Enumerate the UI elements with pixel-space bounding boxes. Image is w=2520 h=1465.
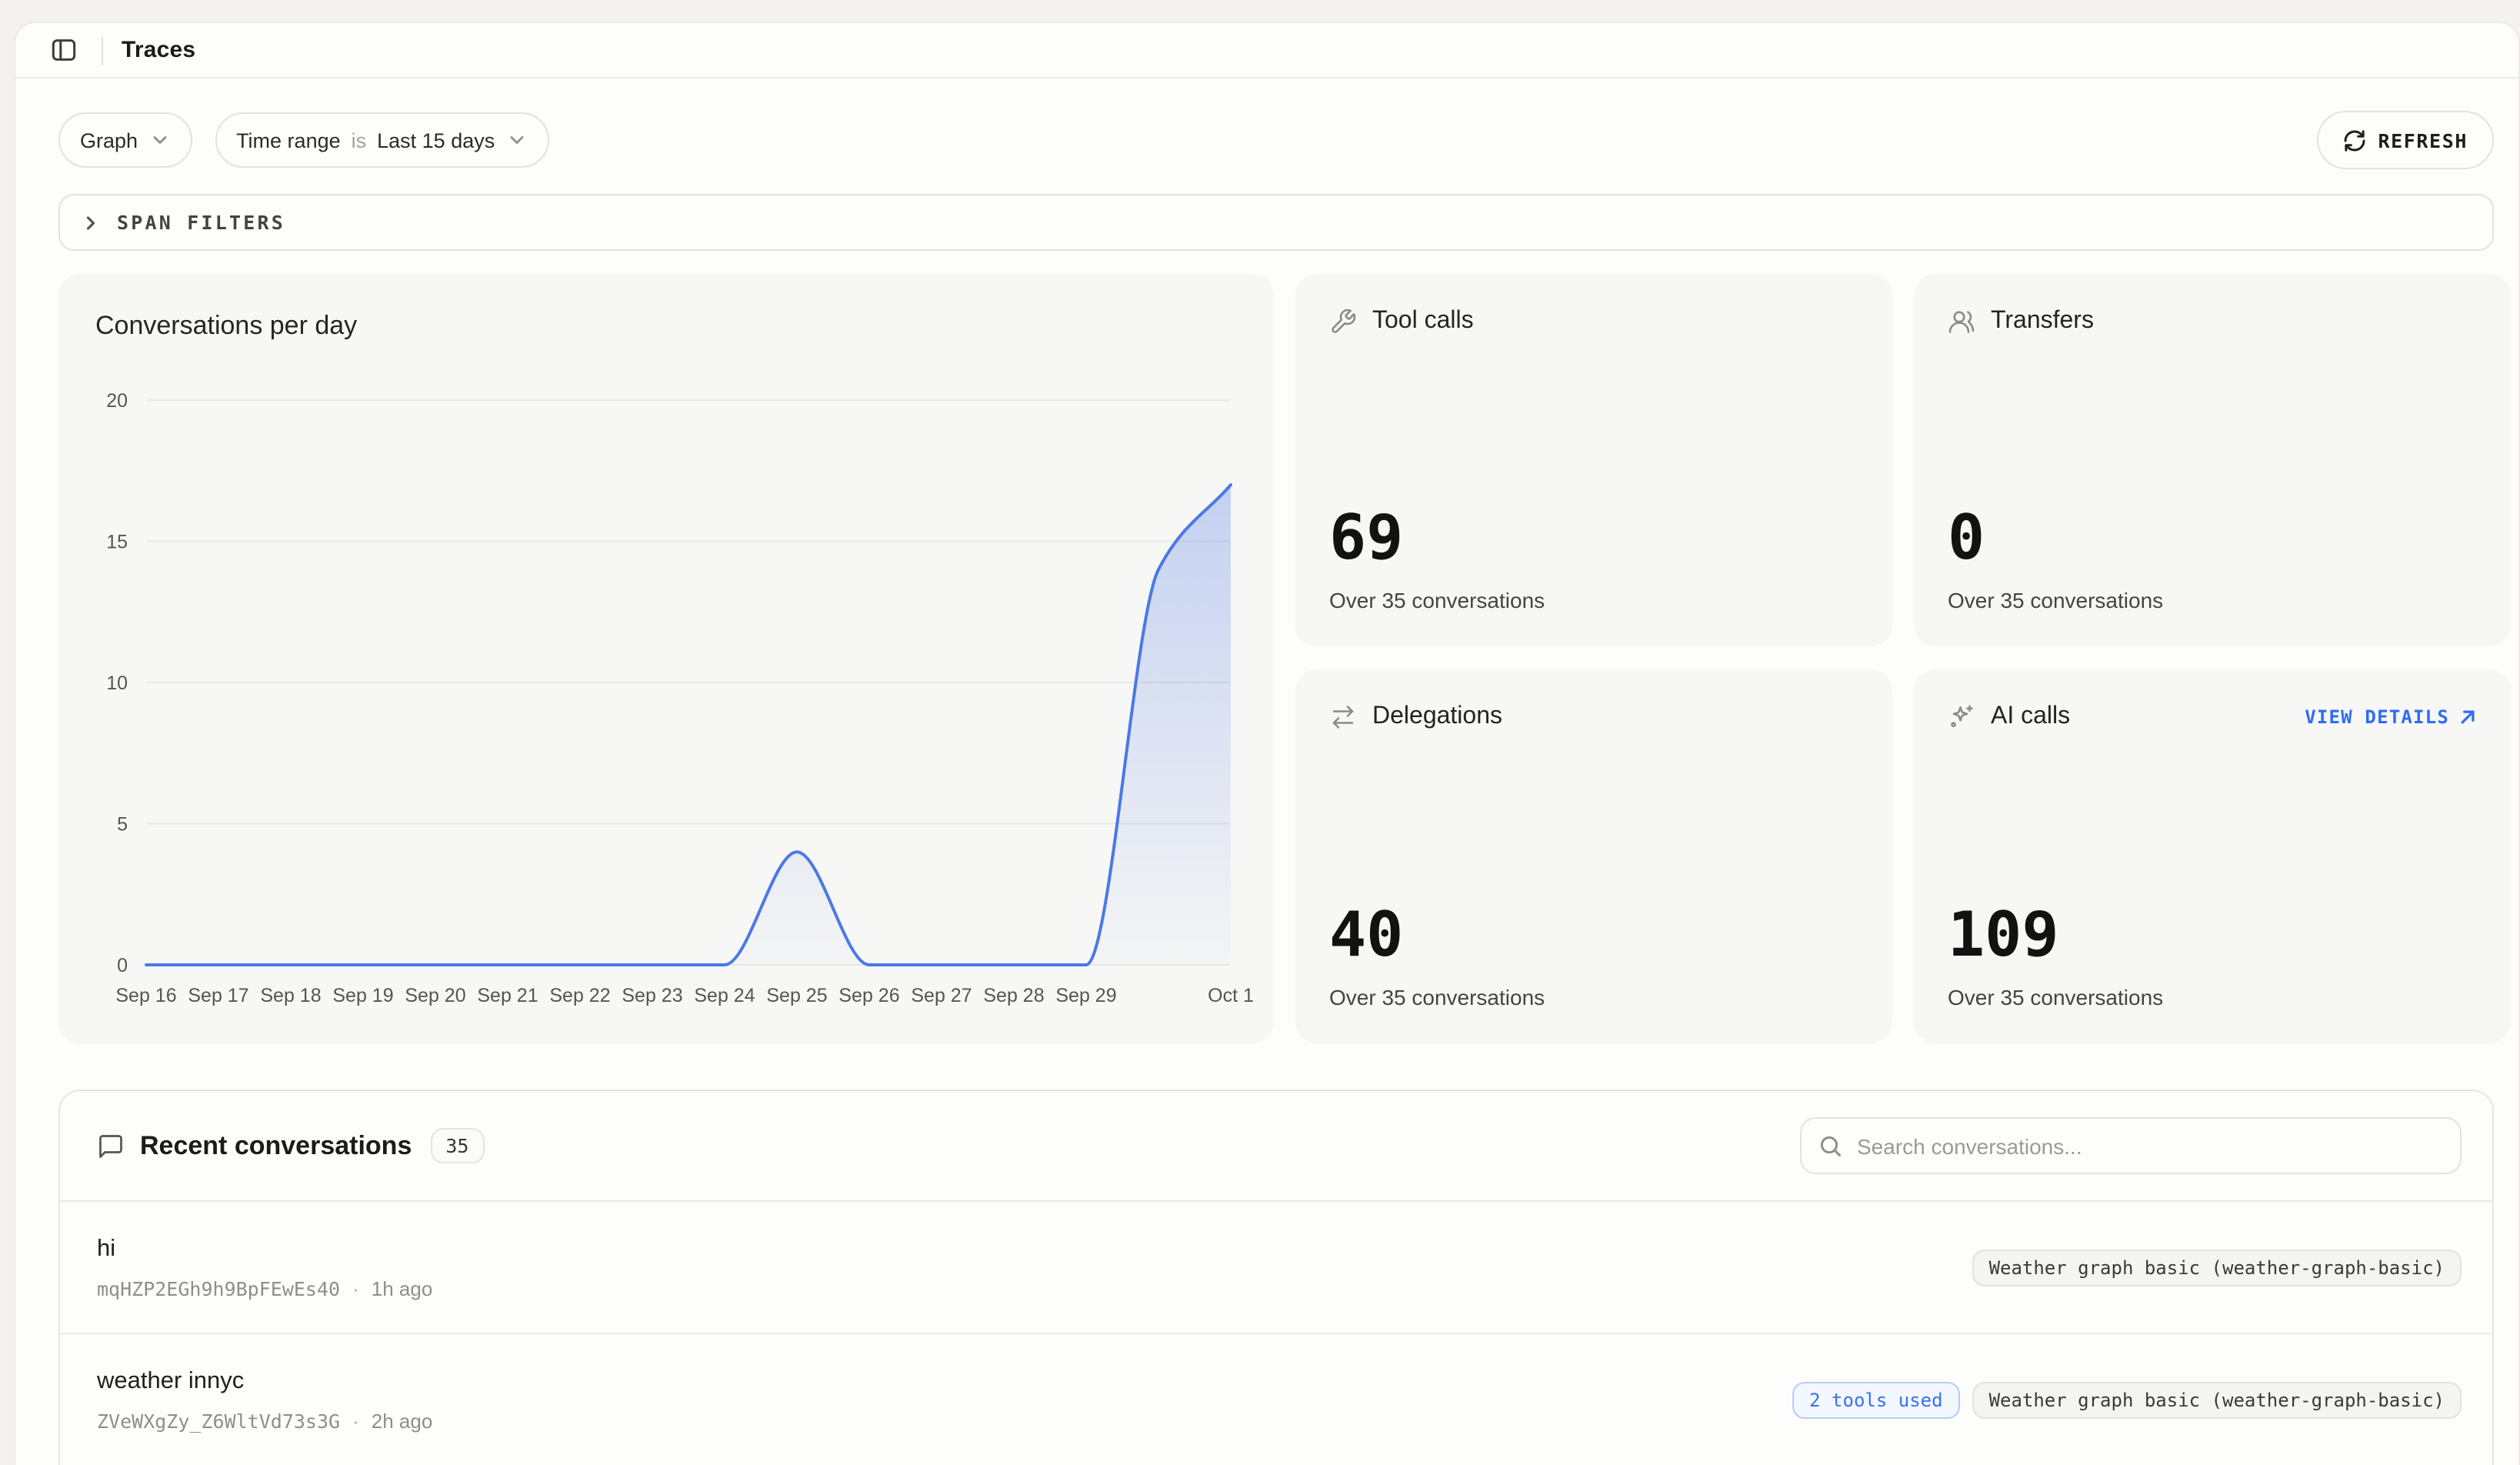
y-tick-label: 20 [106, 390, 128, 412]
sparkles-icon [1948, 703, 1975, 731]
search-wrap [1800, 1117, 2462, 1174]
recent-conversations-header: Recent conversations 35 [60, 1091, 2492, 1202]
time-range-field: Time range [236, 128, 341, 152]
stat-title: AI calls [1991, 703, 2070, 731]
conversation-time: 1h ago [372, 1276, 433, 1300]
arrow-up-right-icon [2458, 708, 2477, 726]
graph-dropdown-label: Graph [80, 128, 138, 152]
meta-separator: · [352, 1409, 359, 1432]
stat-card-ai-calls: AI calls VIEW DETAILS 109 Over 35 conver… [1914, 669, 2511, 1043]
x-tick-label: Sep 19 [332, 985, 393, 1006]
search-conversations-input[interactable] [1800, 1117, 2462, 1174]
stat-value: 40 [1329, 905, 1858, 966]
stat-caption: Over 35 conversations [1948, 985, 2477, 1009]
stat-title: Transfers [1991, 308, 2094, 335]
stat-card-delegations: Delegations 40 Over 35 conversations [1295, 669, 1892, 1043]
conversation-time: 2h ago [372, 1409, 433, 1432]
view-details-link[interactable]: VIEW DETAILS [2305, 706, 2477, 728]
x-tick-label: Sep 17 [188, 985, 248, 1006]
graph-dropdown[interactable]: Graph [58, 112, 192, 168]
agent-tag: Weather graph basic (weather-graph-basic… [1972, 1381, 2462, 1418]
stat-value: 0 [1948, 508, 2477, 569]
search-icon [1818, 1133, 1843, 1158]
span-filters-label: SPAN FILTERS [117, 211, 285, 234]
x-tick-label: Oct 1 [1208, 985, 1254, 1006]
conversation-title: hi [97, 1235, 432, 1263]
stats-grid: Conversations per day 05101520Sep 16Sep … [58, 274, 2494, 1043]
stat-value: 69 [1329, 508, 1858, 569]
users-icon [1948, 308, 1975, 335]
wrench-icon [1329, 308, 1357, 335]
chevron-down-icon [505, 129, 527, 151]
time-range-operator: is [352, 128, 367, 152]
x-tick-label: Sep 21 [477, 985, 538, 1006]
header-divider [102, 36, 103, 64]
agent-tag: Weather graph basic (weather-graph-basic… [1972, 1249, 2462, 1286]
x-tick-label: Sep 27 [911, 985, 972, 1006]
chat-bubble-icon [97, 1132, 125, 1160]
x-tick-label: Sep 25 [766, 985, 827, 1006]
time-range-value: Last 15 days [377, 128, 495, 152]
sidebar-toggle-button[interactable] [43, 30, 83, 70]
chevron-down-icon [148, 129, 170, 151]
recent-conversations-title: Recent conversations [140, 1130, 412, 1161]
meta-separator: · [352, 1276, 359, 1300]
conversation-title: weather innyc [97, 1367, 432, 1395]
conversations-area-chart: 0 5 10 15 20 Sep 16 Sep 17 Sep 18 Sep 19 Sep 20 Se… [58, 274, 1274, 1043]
x-tick-label: Sep 26 [838, 985, 899, 1006]
stat-title: Tool calls [1372, 308, 1474, 335]
recent-conversations-section: Recent conversations 35 hi mqHZP2EGh9h9B… [58, 1090, 2494, 1465]
stat-value: 109 [1948, 905, 2477, 966]
conversation-row[interactable]: weather innyc ZVeWXgZy_Z6WltVd73s3G · 2h… [60, 1334, 2492, 1465]
refresh-button-label: REFRESH [2378, 128, 2468, 152]
conversation-id: mqHZP2EGh9h9BpFEwEs40 [97, 1276, 340, 1300]
swap-arrows-icon [1329, 703, 1357, 731]
stat-card-transfers: Transfers 0 Over 35 conversations [1914, 274, 2511, 646]
conversation-row[interactable]: hi mqHZP2EGh9h9BpFEwEs40 · 1h ago Weathe… [60, 1202, 2492, 1334]
conversation-count-badge: 35 [430, 1128, 484, 1163]
stat-caption: Over 35 conversations [1329, 985, 1858, 1009]
x-tick-label: Sep 29 [1055, 985, 1116, 1006]
top-header: Traces [15, 23, 2518, 78]
main-panel: Traces Graph Time range is Last 15 days [14, 22, 2520, 1465]
y-tick-label: 10 [106, 672, 128, 694]
x-tick-label: Sep 20 [405, 985, 465, 1006]
span-filters-toggle[interactable]: SPAN FILTERS [58, 194, 2494, 251]
tools-used-tag: 2 tools used [1792, 1381, 1959, 1418]
x-tick-label: Sep 16 [115, 985, 176, 1006]
stat-title: Delegations [1372, 703, 1502, 731]
y-tick-label: 5 [117, 814, 128, 836]
stat-card-tool-calls: Tool calls 69 Over 35 conversations [1295, 274, 1892, 646]
chevron-right-icon [80, 212, 102, 233]
x-tick-label: Sep 23 [622, 985, 682, 1006]
y-tick-label: 0 [117, 955, 128, 976]
refresh-button[interactable]: REFRESH [2316, 111, 2494, 169]
x-tick-label: Sep 22 [549, 985, 610, 1006]
x-tick-label: Sep 24 [694, 985, 755, 1006]
stat-caption: Over 35 conversations [1329, 588, 1858, 612]
time-range-filter[interactable]: Time range is Last 15 days [215, 112, 548, 168]
conversations-chart-card: Conversations per day 05101520Sep 16Sep … [58, 274, 1274, 1043]
page-title: Traces [122, 37, 195, 63]
conversation-id: ZVeWXgZy_Z6WltVd73s3G [97, 1409, 340, 1432]
area-line [146, 485, 1231, 965]
x-tick-label: Sep 28 [983, 985, 1044, 1006]
area-fill [146, 485, 1231, 965]
toolbar: Graph Time range is Last 15 days [58, 111, 2494, 169]
view-details-label: VIEW DETAILS [2305, 706, 2449, 728]
stat-caption: Over 35 conversations [1948, 588, 2477, 612]
x-tick-label: Sep 18 [260, 985, 321, 1006]
y-tick-label: 15 [106, 532, 128, 553]
sidebar-panel-icon [48, 35, 78, 65]
refresh-icon [2342, 128, 2365, 152]
